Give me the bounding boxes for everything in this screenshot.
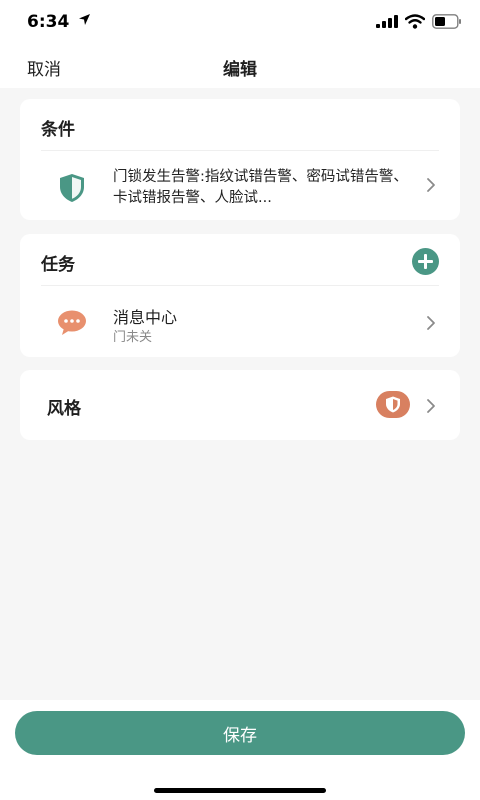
location-arrow-icon <box>79 14 90 25</box>
divider <box>41 150 439 151</box>
task-card: 任务 消息中心 门未关 <box>20 234 460 357</box>
condition-card: 条件 门锁发生告警:指纹试错告警、密码试错告警、卡试错报告警、人脸试... <box>20 99 460 220</box>
status-bar: 6:34 <box>0 0 480 44</box>
save-button[interactable]: 保存 <box>15 711 465 755</box>
task-header: 任务 <box>41 255 75 275</box>
shield-icon <box>60 174 84 202</box>
page-title: 编辑 <box>223 60 257 80</box>
divider <box>41 285 439 286</box>
shield-icon <box>386 396 400 413</box>
nav-bar: 编辑 取消 <box>0 44 480 88</box>
style-card[interactable]: 风格 <box>20 370 460 440</box>
wifi-icon <box>405 14 425 29</box>
message-bubble-icon <box>58 310 86 335</box>
battery-icon <box>432 14 461 29</box>
status-time: 6:34 <box>27 12 70 32</box>
cancel-button[interactable]: 取消 <box>27 55 61 80</box>
add-task-button[interactable] <box>412 248 439 275</box>
condition-header: 条件 <box>41 120 75 140</box>
task-subtitle: 门未关 <box>113 330 153 345</box>
footer: 保存 <box>0 700 480 800</box>
chevron-right-icon <box>427 178 435 192</box>
home-indicator <box>154 788 326 793</box>
signal-icon <box>376 15 398 28</box>
style-label: 风格 <box>47 399 81 419</box>
chevron-right-icon <box>427 399 435 413</box>
chevron-right-icon <box>427 316 435 330</box>
condition-text: 门锁发生告警:指纹试错告警、密码试错告警、卡试错报告警、人脸试... <box>113 169 408 206</box>
task-title: 消息中心 <box>113 308 178 327</box>
style-badge <box>376 391 410 418</box>
